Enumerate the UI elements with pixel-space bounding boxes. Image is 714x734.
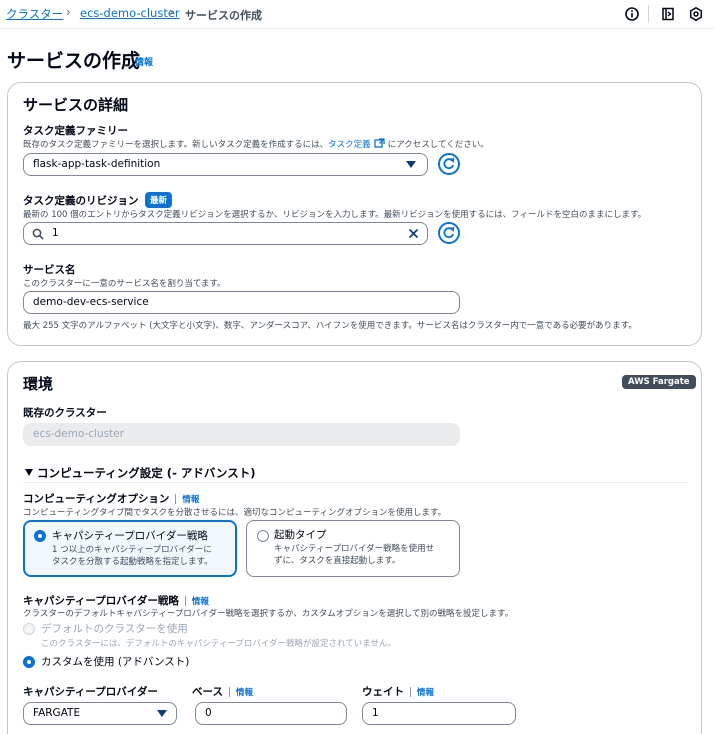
caret-down-icon bbox=[157, 710, 167, 717]
service-name-value: demo-dev-ecs-service bbox=[33, 296, 149, 308]
compute-option-label: コンピューティングオプション 情報 bbox=[23, 493, 200, 505]
base-value: 0 bbox=[205, 707, 212, 719]
tile-capacity-provider[interactable]: キャパシティープロバイダー戦略 1 つ以上のキャパシティープロバイダーに タスク… bbox=[23, 520, 237, 577]
tile-title: キャパシティープロバイダー戦略 bbox=[52, 530, 208, 542]
new-badge: 最新 bbox=[145, 192, 173, 208]
card-title: サービスの詳細 bbox=[23, 96, 129, 114]
caret-down-icon bbox=[25, 469, 33, 476]
tile-launch-type[interactable]: 起動タイプ キャパシティープロバイダー戦略を使用せ ずに、タスクを直接起動します… bbox=[246, 520, 460, 577]
info-link[interactable]: 情報 bbox=[236, 688, 253, 698]
tile-desc: キャパシティープロバイダー戦略を使用せ ずに、タスクを直接起動します。 bbox=[274, 544, 435, 566]
panel-icon[interactable] bbox=[660, 6, 676, 22]
revision-label: タスク定義のリビジョン bbox=[23, 195, 139, 207]
weight-input[interactable]: 1 bbox=[362, 702, 516, 725]
radio-unselected bbox=[257, 530, 269, 542]
radio-custom[interactable] bbox=[23, 656, 35, 668]
info-circle-icon[interactable] bbox=[624, 6, 640, 22]
chevron-right-icon: › bbox=[66, 5, 71, 19]
task-family-select[interactable]: flask-app-task-definition bbox=[23, 153, 428, 176]
breadcrumb-cluster[interactable]: ecs-demo-cluster bbox=[80, 6, 180, 20]
expander-label: コンピューティング設定 (- アドバンスト) bbox=[37, 466, 256, 480]
default-cluster-label: デフォルトのクラスターを使用 bbox=[41, 623, 188, 635]
custom-label: カスタムを使用 (アドバンスト) bbox=[41, 656, 190, 668]
revision-desc: 最新の 100 個のエントリからタスク定義リビジョンを選択するか、リビジョンを入… bbox=[23, 210, 647, 220]
settings-hexagon-icon[interactable] bbox=[688, 6, 704, 22]
revision-value: 1 bbox=[52, 227, 59, 239]
service-name-constraint: 最大 255 文字のアルファベット (大文字と小文字)、数字、アンダースコア、ハ… bbox=[23, 321, 637, 331]
strategy-label: キャパシティープロバイダー戦略 情報 bbox=[23, 595, 209, 607]
compute-settings-expander[interactable]: コンピューティング設定 (- アドバンスト) bbox=[23, 465, 687, 483]
clear-icon[interactable] bbox=[408, 228, 419, 239]
cluster-input: ecs-demo-cluster bbox=[23, 423, 460, 446]
service-name-input[interactable]: demo-dev-ecs-service bbox=[23, 291, 460, 314]
task-family-value: flask-app-task-definition bbox=[33, 158, 161, 170]
card-title: 環境 bbox=[23, 375, 54, 393]
service-name-label: サービス名 bbox=[23, 264, 76, 276]
refresh-icon[interactable] bbox=[438, 222, 460, 244]
environment-card: 環境 AWS Fargate 既存のクラスター ecs-demo-cluster… bbox=[7, 361, 702, 734]
provider-value: FARGATE bbox=[33, 707, 81, 719]
radio-default-cluster bbox=[23, 623, 35, 635]
service-name-desc: このクラスターに一意のサービス名を割り当てます。 bbox=[23, 279, 226, 289]
chevron-right-icon: › bbox=[169, 5, 174, 19]
tile-desc: 1 つ以上のキャパシティープロバイダーに タスクを分散する起動戦略を指定します。 bbox=[52, 545, 213, 567]
divider bbox=[648, 5, 649, 23]
base-input[interactable]: 0 bbox=[195, 702, 347, 725]
search-icon bbox=[32, 228, 44, 240]
fargate-badge: AWS Fargate bbox=[622, 375, 696, 389]
page-title: サービスの作成 bbox=[7, 50, 141, 72]
tile-title: 起動タイプ bbox=[274, 529, 327, 541]
caret-down-icon bbox=[406, 161, 416, 168]
refresh-icon[interactable] bbox=[438, 153, 460, 175]
task-definition-link[interactable]: タスク定義 bbox=[328, 140, 371, 150]
task-family-desc: 既存のタスク定義ファミリーを選択します。新しいタスク定義を作成するには、タスク定… bbox=[23, 138, 489, 150]
service-details-card: サービスの詳細 タスク定義ファミリー 既存のタスク定義ファミリーを選択します。新… bbox=[7, 82, 702, 346]
provider-label: キャパシティープロバイダー bbox=[23, 686, 158, 698]
external-link-icon bbox=[374, 138, 385, 148]
default-cluster-desc: このクラスターには、デフォルトのキャパシティープロバイダー戦略が設定されていませ… bbox=[41, 639, 396, 649]
cluster-label: 既存のクラスター bbox=[23, 407, 107, 419]
cluster-value: ecs-demo-cluster bbox=[33, 428, 124, 440]
breadcrumb-clusters[interactable]: クラスター bbox=[6, 6, 63, 22]
weight-value: 1 bbox=[372, 707, 379, 719]
page-info-link[interactable]: 情報 bbox=[135, 55, 153, 68]
task-family-label: タスク定義ファミリー bbox=[23, 125, 128, 137]
base-label: ベース 情報 bbox=[192, 686, 253, 698]
strategy-desc: クラスターのデフォルトキャパシティープロバイダー戦略を選択するか、カスタムオプシ… bbox=[23, 609, 514, 619]
info-link[interactable]: 情報 bbox=[417, 688, 434, 698]
breadcrumb-current: サービスの作成 bbox=[185, 9, 262, 22]
radio-selected bbox=[34, 530, 46, 542]
provider-select[interactable]: FARGATE bbox=[23, 702, 177, 725]
compute-option-desc: コンピューティングタイプ間でタスクを分散させるには、適切なコンピューティングオプ… bbox=[23, 508, 447, 518]
revision-search-input[interactable]: 1 bbox=[23, 222, 428, 245]
top-bar: クラスター › ecs-demo-cluster › サービスの作成 bbox=[0, 0, 714, 29]
weight-label: ウェイト 情報 bbox=[362, 686, 435, 698]
info-link[interactable]: 情報 bbox=[192, 597, 209, 607]
info-link[interactable]: 情報 bbox=[182, 495, 199, 505]
